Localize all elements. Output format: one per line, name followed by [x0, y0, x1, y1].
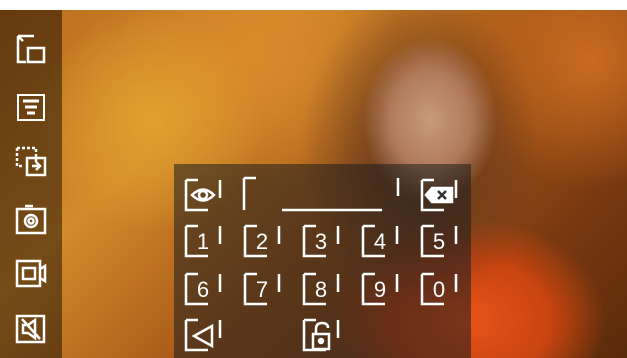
menu-list-icon[interactable] [14, 90, 48, 124]
password-field[interactable] [242, 176, 400, 212]
camera-switch-icon[interactable] [14, 144, 48, 178]
key-9[interactable]: 9 [361, 272, 399, 306]
back-arrow-icon [191, 323, 214, 349]
key-label: 9 [373, 277, 387, 302]
back-button[interactable] [184, 318, 222, 352]
key-2[interactable]: 2 [243, 224, 281, 258]
key-label: 2 [255, 229, 269, 254]
show-password-button[interactable] [184, 178, 222, 212]
top-status-bar [0, 0, 627, 10]
key-5[interactable]: 5 [420, 224, 458, 258]
key-3[interactable]: 3 [302, 224, 340, 258]
backspace-button[interactable] [420, 178, 458, 212]
key-label: 7 [255, 277, 269, 302]
key-label: 3 [314, 229, 328, 254]
monitor-switch-icon[interactable] [14, 32, 48, 66]
key-0[interactable]: 0 [420, 272, 458, 306]
key-label: 0 [432, 277, 446, 302]
key-label: 5 [432, 229, 446, 254]
video-record-icon[interactable] [14, 256, 48, 290]
mute-icon[interactable] [14, 312, 48, 346]
key-4[interactable]: 4 [361, 224, 399, 258]
key-1[interactable]: 1 [184, 224, 222, 258]
unlock-button[interactable] [302, 318, 340, 352]
key-8[interactable]: 8 [302, 272, 340, 306]
key-label: 4 [373, 229, 387, 254]
key-6[interactable]: 6 [184, 272, 222, 306]
key-label: 6 [196, 277, 210, 302]
key-label: 1 [196, 229, 210, 254]
key-label: 8 [314, 277, 328, 302]
video-feed: 1 2 3 4 5 6 7 8 9 0 [0, 0, 627, 358]
unlock-keypad: 1 2 3 4 5 6 7 8 9 0 [174, 164, 471, 358]
snapshot-camera-icon[interactable] [14, 202, 48, 236]
sidebar [0, 10, 62, 358]
key-7[interactable]: 7 [243, 272, 281, 306]
